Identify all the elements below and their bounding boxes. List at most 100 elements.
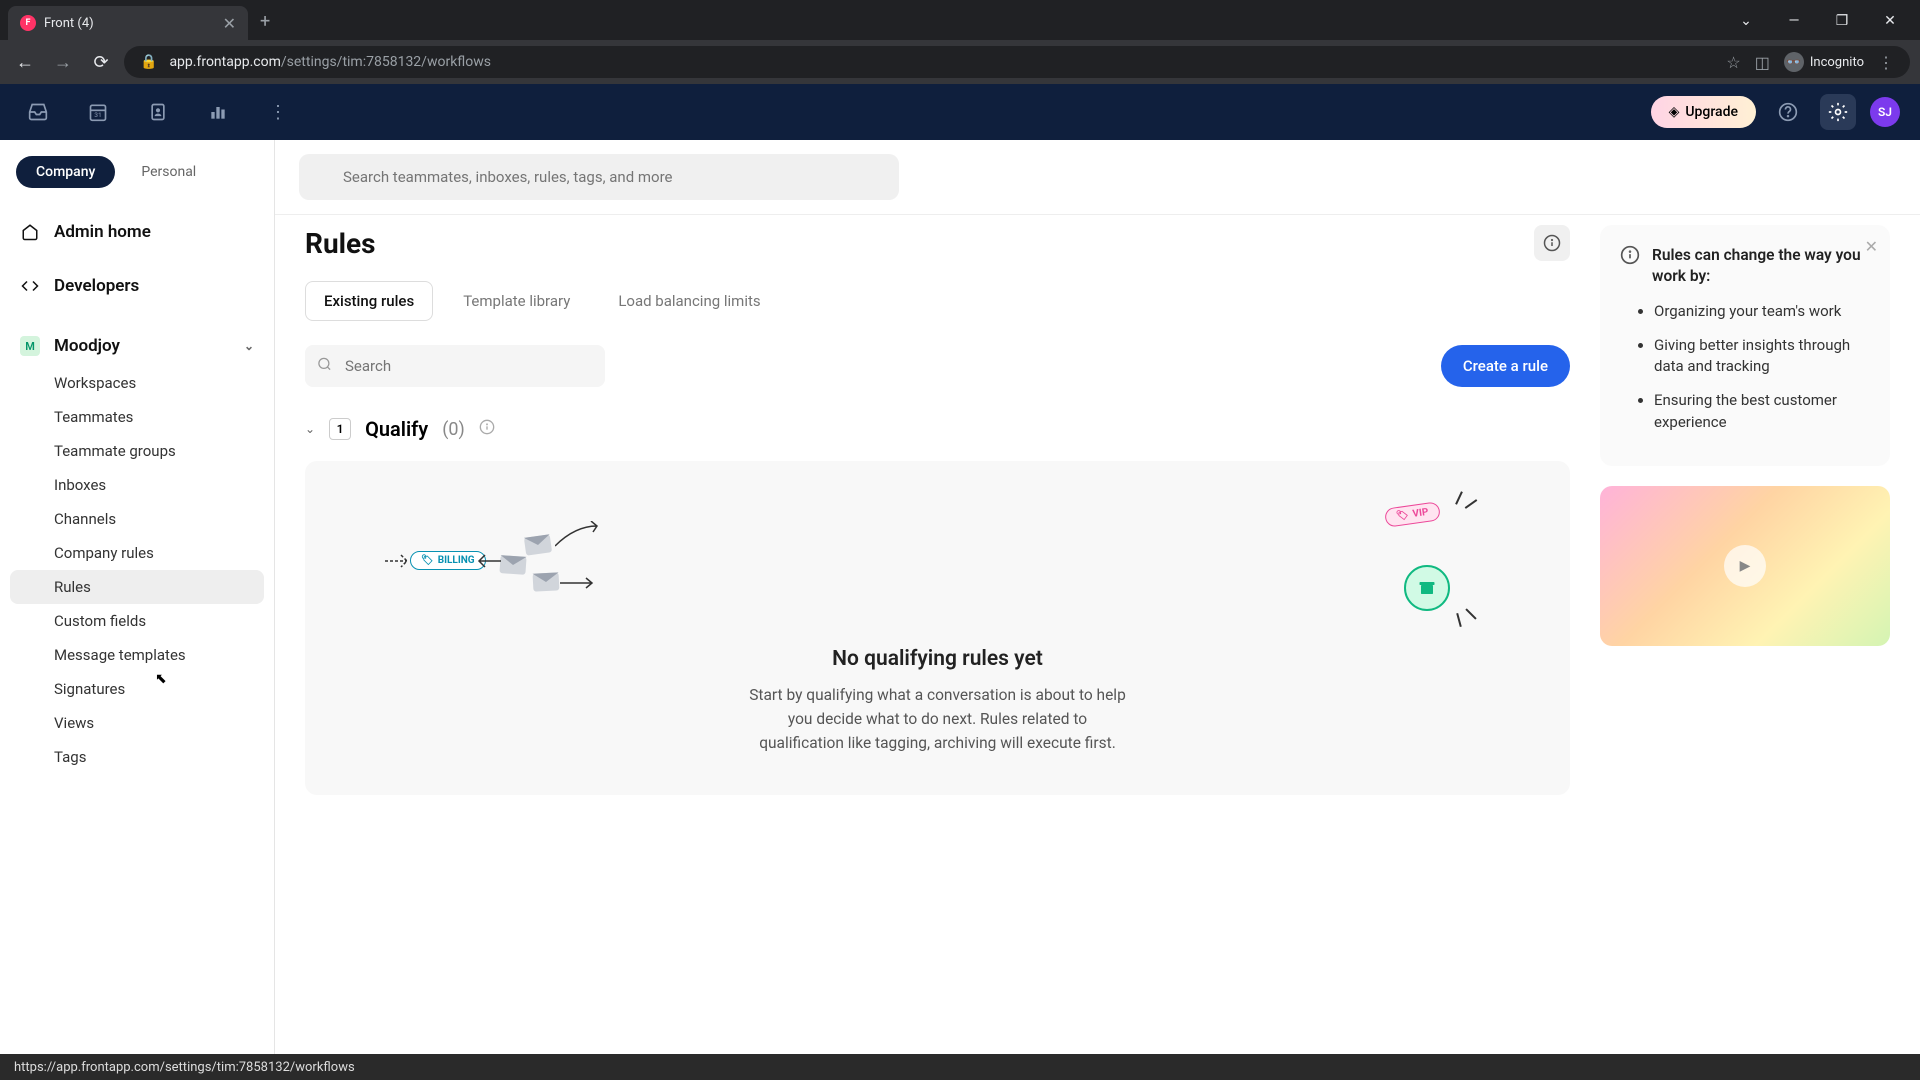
- search-icon: [317, 357, 332, 376]
- developers-label: Developers: [54, 276, 139, 296]
- page-info-button[interactable]: [1534, 225, 1570, 261]
- app-topbar: 31 ⋮ ◈ Upgrade SJ: [0, 84, 1920, 140]
- browser-toolbar: ← → ⟳ 🔒 app.frontapp.com/settings/tim:78…: [0, 40, 1920, 84]
- info-icon[interactable]: [479, 419, 495, 439]
- sidebar: Company Personal Admin home Developers M…: [0, 140, 275, 1054]
- create-rule-button[interactable]: Create a rule: [1441, 345, 1570, 387]
- tab-title: Front (4): [44, 16, 215, 31]
- sidebar-item-tags[interactable]: Tags: [10, 740, 264, 774]
- diamond-icon: ◈: [1669, 104, 1680, 120]
- reload-icon[interactable]: ⟳: [86, 47, 116, 77]
- tag-vip-icon: 🏷 VIP: [1384, 501, 1441, 527]
- envelope-icon: [524, 534, 552, 555]
- chevron-down-icon: ⌄: [244, 339, 254, 353]
- tab-template-library[interactable]: Template library: [445, 281, 588, 321]
- workspace-header[interactable]: M Moodjoy ⌄: [10, 326, 264, 366]
- calendar-icon[interactable]: 31: [80, 94, 116, 130]
- status-url: https://app.frontapp.com/settings/tim:78…: [14, 1060, 355, 1075]
- sidebar-item-custom-fields[interactable]: Custom fields: [10, 604, 264, 638]
- empty-description: Start by qualifying what a conversation …: [748, 683, 1128, 755]
- video-thumbnail[interactable]: ▶: [1600, 486, 1890, 646]
- upgrade-button[interactable]: ◈ Upgrade: [1651, 96, 1756, 128]
- browser-menu-icon[interactable]: ⋮: [1878, 53, 1894, 72]
- play-icon: ▶: [1724, 545, 1766, 587]
- home-icon: [20, 223, 40, 241]
- settings-icon[interactable]: [1820, 94, 1856, 130]
- window-close-icon[interactable]: ✕: [1868, 6, 1912, 36]
- upgrade-label: Upgrade: [1685, 104, 1738, 120]
- sidebar-item-teammates[interactable]: Teammates: [10, 400, 264, 434]
- empty-state-card: 🏷 BILLING 🏷 VIP: [305, 461, 1570, 795]
- spark-icon: [1455, 491, 1463, 505]
- lock-icon: 🔒: [140, 54, 157, 70]
- scope-personal-button[interactable]: Personal: [121, 156, 216, 188]
- tab-existing-rules[interactable]: Existing rules: [305, 281, 433, 321]
- sidebar-item-company-rules[interactable]: Company rules: [10, 536, 264, 570]
- status-bar: https://app.frontapp.com/settings/tim:78…: [0, 1054, 1920, 1080]
- tabs: Existing rules Template library Load bal…: [305, 281, 1570, 321]
- global-search-input[interactable]: [299, 154, 899, 200]
- tab-favicon-icon: F: [20, 15, 36, 31]
- section-header[interactable]: ⌄ 1 Qualify (0): [305, 417, 1570, 441]
- svg-text:31: 31: [94, 111, 101, 119]
- browser-tab[interactable]: F Front (4) ✕: [8, 6, 248, 40]
- info-bullet: Giving better insights through data and …: [1654, 335, 1870, 379]
- admin-home-label: Admin home: [54, 222, 151, 242]
- chevron-down-icon: ⌄: [305, 422, 315, 436]
- sidebar-item-workspaces[interactable]: Workspaces: [10, 366, 264, 400]
- info-bullet: Ensuring the best customer experience: [1654, 390, 1870, 434]
- url-text: app.frontapp.com/settings/tim:7858132/wo…: [169, 54, 491, 70]
- workspace-name: Moodjoy: [54, 336, 120, 356]
- help-icon[interactable]: [1770, 94, 1806, 130]
- rules-search-input[interactable]: [305, 345, 605, 387]
- sidebar-item-inboxes[interactable]: Inboxes: [10, 468, 264, 502]
- contacts-icon[interactable]: [140, 94, 176, 130]
- section-count: (0): [442, 419, 465, 440]
- info-panel: ✕ Rules can change the way you work by: …: [1600, 225, 1890, 466]
- page-title: Rules: [305, 227, 376, 260]
- incognito-indicator[interactable]: 👓 Incognito: [1784, 52, 1864, 72]
- bookmark-icon[interactable]: ☆: [1726, 53, 1740, 72]
- back-icon[interactable]: ←: [10, 47, 40, 77]
- inbox-icon[interactable]: [20, 94, 56, 130]
- spark-icon: [1465, 499, 1478, 509]
- minimize-icon[interactable]: —: [1772, 6, 1816, 36]
- sidebar-item-channels[interactable]: Channels: [10, 502, 264, 536]
- sidebar-item-views[interactable]: Views: [10, 706, 264, 740]
- search-row: [275, 140, 1920, 214]
- section-title: Qualify: [365, 417, 428, 441]
- workspace-badge: M: [20, 336, 40, 356]
- info-icon: [1620, 245, 1640, 269]
- sidebar-item-rules[interactable]: Rules: [10, 570, 264, 604]
- sidebar-item-signatures[interactable]: Signatures: [10, 672, 264, 706]
- extensions-icon[interactable]: ◫: [1755, 53, 1770, 72]
- admin-home-link[interactable]: Admin home: [10, 212, 264, 252]
- forward-icon[interactable]: →: [48, 47, 78, 77]
- sidebar-item-message-templates[interactable]: Message templates: [10, 638, 264, 672]
- sidebar-item-teammate-groups[interactable]: Teammate groups: [10, 434, 264, 468]
- scope-toggle: Company Personal: [10, 156, 264, 188]
- analytics-icon[interactable]: [200, 94, 236, 130]
- tabs-dropdown-icon[interactable]: ⌄: [1724, 6, 1768, 36]
- browser-tab-strip: F Front (4) ✕ + ⌄ — ❐ ✕: [0, 0, 1920, 40]
- close-icon[interactable]: ✕: [1865, 237, 1878, 256]
- arrow-icon: [473, 551, 501, 571]
- tab-load-balancing[interactable]: Load balancing limits: [600, 281, 778, 321]
- empty-illustration: 🏷 BILLING 🏷 VIP: [355, 491, 1520, 631]
- close-icon[interactable]: ✕: [223, 14, 236, 33]
- more-icon[interactable]: ⋮: [260, 94, 296, 130]
- developers-link[interactable]: Developers: [10, 266, 264, 306]
- scope-company-button[interactable]: Company: [16, 156, 115, 188]
- spark-icon: [1456, 613, 1462, 627]
- address-bar[interactable]: 🔒 app.frontapp.com/settings/tim:7858132/…: [124, 46, 1910, 78]
- envelope-icon: [499, 555, 526, 575]
- arrow-icon: [555, 521, 605, 551]
- section-number: 1: [329, 418, 351, 440]
- arrow-icon: [560, 577, 600, 589]
- new-tab-button[interactable]: +: [248, 3, 282, 40]
- info-bullet: Organizing your team's work: [1654, 301, 1870, 323]
- info-panel-title: Rules can change the way you work by:: [1652, 245, 1870, 287]
- incognito-icon: 👓: [1784, 52, 1804, 72]
- maximize-icon[interactable]: ❐: [1820, 6, 1864, 36]
- avatar[interactable]: SJ: [1870, 97, 1900, 127]
